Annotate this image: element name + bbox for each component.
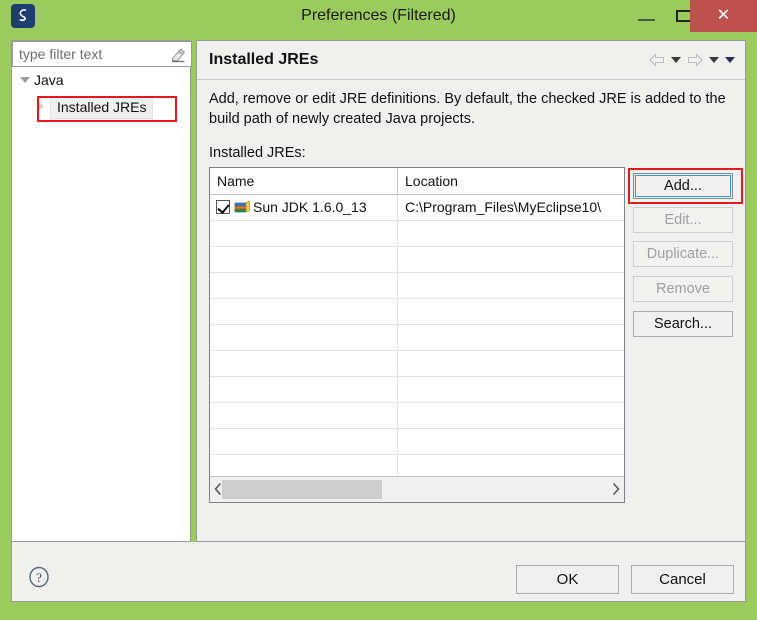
cancel-button[interactable]: Cancel [631, 565, 734, 594]
cell-name [210, 299, 398, 323]
sidebar-item-label: Installed JREs [50, 96, 154, 119]
cell-name[interactable]: Sun JDK 1.6.0_13 [210, 195, 398, 219]
table-row[interactable] [210, 455, 624, 477]
preferences-tree-panel: type filter text Java Installed JREs [11, 40, 192, 542]
close-button[interactable]: ✕ [690, 0, 757, 32]
forward-dropdown-caret-icon[interactable] [709, 57, 719, 63]
cell-name [210, 221, 398, 245]
table-row[interactable] [210, 325, 624, 351]
cell-location [398, 351, 624, 375]
remove-button: Remove [633, 276, 733, 302]
ok-button[interactable]: OK [516, 565, 619, 594]
column-header-name[interactable]: Name [210, 168, 398, 194]
search-button[interactable]: Search... [633, 311, 733, 337]
svg-text:?: ? [36, 570, 42, 585]
table-row[interactable] [210, 429, 624, 455]
table-row[interactable]: Sun JDK 1.6.0_13 C:\Program_Files\MyEcli… [210, 195, 624, 221]
jre-library-icon [234, 200, 250, 213]
help-question-icon[interactable]: ? [28, 566, 50, 588]
table-body: Sun JDK 1.6.0_13 C:\Program_Files\MyEcli… [210, 195, 624, 477]
cell-location [398, 403, 624, 427]
cell-name [210, 429, 398, 453]
cell-location [398, 221, 624, 245]
column-header-location[interactable]: Location [398, 168, 624, 194]
cell-name [210, 273, 398, 297]
cell-location [398, 429, 624, 453]
scrollbar-thumb[interactable] [222, 480, 382, 499]
minimize-button[interactable] [628, 0, 666, 32]
table-row[interactable] [210, 403, 624, 429]
cell-location: C:\Program_Files\MyEclipse10\ [405, 199, 602, 215]
edit-button: Edit... [633, 207, 733, 233]
cell-name [210, 455, 398, 477]
table-row[interactable] [210, 247, 624, 273]
page-description: Add, remove or edit JRE definitions. By … [209, 91, 726, 127]
installed-jres-table[interactable]: Name Location Sun JDK 1.6.0_13 C:\Progra… [209, 167, 625, 503]
cell-location [398, 247, 624, 271]
menu-caret-icon[interactable] [725, 57, 735, 63]
collapse-triangle-icon[interactable] [38, 101, 44, 111]
dialog-footer: ? OK Cancel [11, 542, 746, 602]
sidebar-item-installed-jres[interactable]: Installed JREs [12, 95, 192, 119]
back-dropdown-caret-icon[interactable] [671, 57, 681, 63]
cell-location [398, 299, 624, 323]
cell-name [210, 403, 398, 427]
table-row[interactable] [210, 377, 624, 403]
cell-jre-name: Sun JDK 1.6.0_13 [253, 199, 367, 215]
add-button[interactable]: Add... [633, 173, 733, 199]
table-row[interactable] [210, 273, 624, 299]
navigation-toolbar [649, 51, 735, 69]
eraser-icon[interactable] [169, 46, 187, 64]
table-row[interactable] [210, 351, 624, 377]
back-arrow-icon[interactable] [649, 53, 665, 67]
minimize-icon [638, 19, 655, 21]
cell-name [210, 247, 398, 271]
page-title: Installed JREs [209, 51, 319, 68]
table-row[interactable] [210, 221, 624, 247]
cell-location [398, 325, 624, 349]
cell-name [210, 351, 398, 375]
scroll-right-arrow-icon[interactable] [610, 482, 622, 496]
title-bar[interactable]: Preferences (Filtered) ✕ [0, 0, 757, 32]
title-divider [197, 79, 745, 80]
close-icon: ✕ [716, 7, 731, 24]
search-input[interactable]: type filter text [19, 42, 164, 66]
filter-box[interactable]: type filter text [12, 41, 192, 67]
cell-location [398, 377, 624, 401]
cell-location [398, 273, 624, 297]
table-label: Installed JREs: [209, 145, 306, 161]
table-header-row: Name Location [210, 168, 624, 195]
preferences-dialog: Preferences (Filtered) ✕ type filter tex… [0, 0, 757, 620]
row-checkbox[interactable] [216, 200, 230, 214]
duplicate-button: Duplicate... [633, 241, 733, 267]
forward-arrow-icon[interactable] [687, 53, 703, 67]
table-row[interactable] [210, 299, 624, 325]
horizontal-scrollbar[interactable] [210, 476, 624, 502]
cell-location [398, 455, 624, 477]
sidebar-item-label: Java [34, 72, 64, 88]
sidebar-item-java[interactable]: Java [12, 69, 192, 92]
expand-triangle-icon[interactable] [20, 77, 30, 83]
cell-name [210, 377, 398, 401]
cell-name [210, 325, 398, 349]
preferences-content-panel: Installed JREs Add, remove or edit JRE d… [196, 40, 746, 542]
preferences-tree: Java Installed JREs [12, 69, 192, 119]
